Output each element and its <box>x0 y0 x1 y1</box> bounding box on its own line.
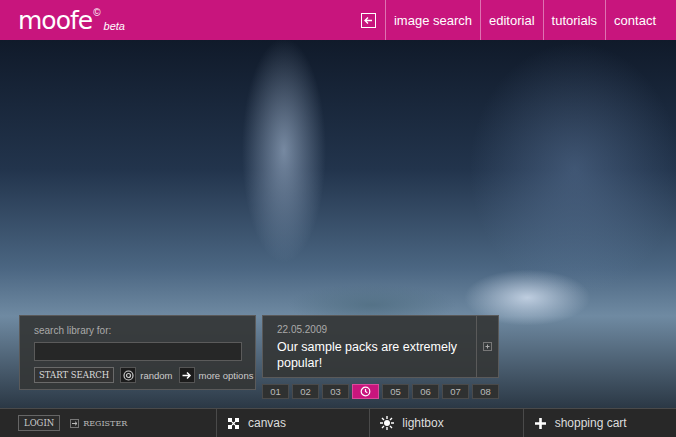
search-actions: START SEARCH random more options <box>34 367 241 383</box>
search-panel: search library for: START SEARCH random … <box>19 315 256 390</box>
search-label: search library for: <box>34 325 241 336</box>
news-headline[interactable]: Our sample packs are extremely popular! <box>277 339 466 371</box>
nav-item[interactable]: editorial <box>480 0 543 40</box>
news-box: 22.05.2009 Our sample packs are extremel… <box>262 315 499 399</box>
arrow-icon <box>179 367 195 383</box>
bottom-bar: LOGIN REGISTER canvas lightbox shopping … <box>0 408 676 437</box>
footer-tab[interactable]: lightbox <box>369 409 522 437</box>
page-button[interactable]: 06 <box>412 384 439 399</box>
search-link-label: more options <box>199 370 254 381</box>
login-button[interactable]: LOGIN <box>18 415 60 431</box>
page-button[interactable]: 01 <box>262 384 289 399</box>
lightbox-icon <box>380 416 394 430</box>
nav-item[interactable]: contact <box>605 0 676 40</box>
main-nav: image searcheditorialtutorialscontact <box>361 0 676 40</box>
canvas-icon <box>227 417 240 430</box>
register-link[interactable]: REGISTER <box>70 419 127 428</box>
plus-icon <box>534 417 547 430</box>
hero-photo: search library for: START SEARCH random … <box>0 40 676 408</box>
page: moofe © beta image searcheditorialtutori… <box>0 0 676 437</box>
page-button[interactable]: 08 <box>472 384 499 399</box>
back-button[interactable] <box>361 0 385 40</box>
plus-icon <box>483 342 492 351</box>
news-body: 22.05.2009 Our sample packs are extremel… <box>263 316 476 377</box>
clock-icon <box>360 386 371 397</box>
page-button[interactable]: 02 <box>292 384 319 399</box>
search-link[interactable]: more options <box>179 367 254 383</box>
spiral-icon <box>120 367 136 383</box>
nav-item[interactable]: tutorials <box>543 0 606 40</box>
page-button[interactable]: 07 <box>442 384 469 399</box>
footer-tab[interactable]: shopping cart <box>523 409 676 437</box>
logo[interactable]: moofe © beta <box>18 8 125 33</box>
footer-tab-label: shopping cart <box>555 416 627 430</box>
user-section: LOGIN REGISTER <box>0 409 216 437</box>
logo-name: moofe <box>18 8 92 33</box>
hero-panels: search library for: START SEARCH random … <box>19 315 499 399</box>
page-button[interactable]: 05 <box>382 384 409 399</box>
back-arrow-icon <box>361 13 376 28</box>
search-input[interactable] <box>34 342 242 361</box>
footer-tab[interactable]: canvas <box>216 409 369 437</box>
search-link-label: random <box>140 370 172 381</box>
page-button[interactable] <box>352 384 379 399</box>
nav-item[interactable]: image search <box>385 0 480 40</box>
news-panel: 22.05.2009 Our sample packs are extremel… <box>262 315 499 378</box>
arrow-icon <box>70 419 79 428</box>
logo-tag: beta <box>104 20 125 32</box>
start-search-button[interactable]: START SEARCH <box>34 367 114 383</box>
news-date: 22.05.2009 <box>277 324 466 335</box>
news-pagination: 01 02 03 05 06 07 08 <box>262 384 499 399</box>
logo-mark: © <box>93 8 100 18</box>
register-label: REGISTER <box>83 419 127 428</box>
footer-tab-label: canvas <box>248 416 286 430</box>
page-button[interactable]: 03 <box>322 384 349 399</box>
footer-tab-label: lightbox <box>402 416 443 430</box>
top-bar: moofe © beta image searcheditorialtutori… <box>0 0 676 40</box>
news-more-button[interactable] <box>476 316 498 377</box>
search-link[interactable]: random <box>120 367 172 383</box>
